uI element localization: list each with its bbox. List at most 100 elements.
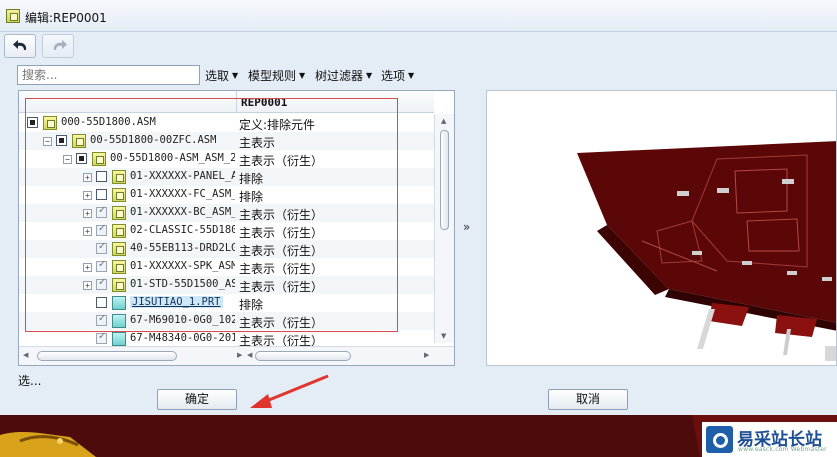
expand-icon[interactable]: + <box>83 263 92 272</box>
redo-button[interactable] <box>42 34 74 58</box>
representation-value[interactable]: 主表示（衍生） <box>239 206 323 223</box>
assembly-icon <box>72 134 86 148</box>
tree-row[interactable]: +01-XXXXXX-BC_ASM_1.ASM 主表示（衍生） <box>19 204 434 222</box>
assembly-icon <box>112 224 126 238</box>
representation-value[interactable]: 定义:排除元件 <box>239 116 315 133</box>
include-checkbox[interactable] <box>96 259 107 272</box>
tree-row[interactable]: +01-XXXXXX-PANEL_ASM_1.ASM 排除 <box>19 168 434 186</box>
representation-value[interactable]: 排除 <box>239 170 263 187</box>
tree-row[interactable]: 40-55EB113-DRD2LG_D1.ASM 主表示（衍生） <box>19 240 434 258</box>
tree-row[interactable]: +02-CLASSIC-55D1800_ASM 主表示（衍生） <box>19 222 434 240</box>
representation-value[interactable]: 主表示（衍生） <box>239 152 323 169</box>
tree-row[interactable]: JISUTIAO_1.PRT 排除 <box>19 294 434 312</box>
scroll-right-icon[interactable]: ▶ <box>237 351 242 359</box>
include-checkbox[interactable] <box>96 171 107 182</box>
undo-button[interactable] <box>4 34 36 58</box>
component-name[interactable]: 000-55D1800.ASM <box>61 116 156 128</box>
include-checkbox[interactable] <box>96 331 107 344</box>
tree-row[interactable]: +01-XXXXXX-FC_ASM_1.ASM 排除 <box>19 186 434 204</box>
include-checkbox[interactable] <box>96 205 107 218</box>
include-checkbox[interactable] <box>96 297 107 308</box>
representation-value[interactable]: 排除 <box>239 296 263 313</box>
horizontal-scrollbar[interactable]: ◀ ▶ ◀ ▶ <box>19 346 454 365</box>
model-rules-menu[interactable]: 模型规则 ▼ <box>248 67 305 84</box>
representation-value[interactable]: 主表示（衍生） <box>239 224 323 241</box>
part-icon <box>112 332 126 346</box>
undo-icon <box>13 40 27 50</box>
annotation-arrow <box>250 374 329 408</box>
scroll-left-icon[interactable]: ◀ <box>247 351 252 359</box>
collapse-icon[interactable]: − <box>43 137 52 146</box>
component-name[interactable]: 01-STD-55D1500_ASM_1.ASM <box>130 278 235 290</box>
ok-button[interactable]: 确定 <box>157 389 237 410</box>
scroll-left-icon[interactable]: ◀ <box>23 351 28 359</box>
expand-preview-icon[interactable]: » <box>463 220 470 234</box>
representation-value[interactable]: 主表示（衍生） <box>239 260 323 277</box>
tree-rows: 000-55D1800.ASM 定义:排除元件 − 00-55D1800-00ZFC.… <box>19 114 434 348</box>
model-preview[interactable] <box>486 90 837 366</box>
component-name[interactable]: 01-XXXXXX-PANEL_ASM_1.ASM <box>130 170 235 182</box>
assembly-icon <box>112 188 126 202</box>
include-checkbox[interactable] <box>76 153 87 164</box>
representation-value[interactable]: 排除 <box>239 188 263 205</box>
tree-header: REP0001 <box>19 91 434 113</box>
representation-value[interactable]: 主表示（衍生） <box>239 242 323 259</box>
expand-icon[interactable]: + <box>83 227 92 236</box>
model-rules-menu-label: 模型规则 <box>248 69 297 83</box>
expand-icon[interactable]: + <box>83 173 92 182</box>
expand-icon[interactable]: + <box>83 209 92 218</box>
include-checkbox[interactable] <box>96 223 107 236</box>
component-name[interactable]: 00-55D1800-ASM_ASM_2.ASM <box>110 152 235 164</box>
scroll-down-icon[interactable]: ▼ <box>441 332 446 340</box>
component-name[interactable]: 02-CLASSIC-55D1800_ASM <box>130 224 235 236</box>
window-title: 编辑:REP0001 <box>25 11 107 25</box>
representation-value[interactable]: 主表示（衍生） <box>239 314 323 331</box>
assembly-icon <box>112 260 126 274</box>
column-divider[interactable] <box>236 91 237 113</box>
tree-row[interactable]: − 00-55D1800-00ZFC.ASM 主表示 <box>19 132 434 150</box>
component-name[interactable]: 40-55EB113-DRD2LG_D1.ASM <box>130 242 235 254</box>
vertical-scroll-thumb[interactable] <box>440 130 449 230</box>
redo-icon <box>53 40 67 50</box>
representation-value[interactable]: 主表示（衍生） <box>239 278 323 295</box>
model-render <box>577 141 836 361</box>
representation-value[interactable]: 主表示 <box>239 134 275 151</box>
tree-row[interactable]: +01-STD-55D1500_ASM_1.ASM 主表示（衍生） <box>19 276 434 294</box>
tree-filter-menu[interactable]: 树过滤器 ▼ <box>315 67 372 84</box>
component-name[interactable]: 01-XXXXXX-SPK_ASM_1.ASM <box>130 260 235 272</box>
component-name[interactable]: 67-M48340-0G0-201610.PRT <box>130 332 235 344</box>
search-input[interactable] <box>17 65 200 85</box>
value-column-scroll-thumb[interactable] <box>255 351 351 361</box>
include-checkbox[interactable] <box>56 135 67 146</box>
expand-icon[interactable]: + <box>83 281 92 290</box>
collapse-icon[interactable]: − <box>63 155 72 164</box>
scroll-right-icon[interactable]: ▶ <box>424 351 429 359</box>
assembly-icon <box>112 242 126 256</box>
component-name[interactable]: 67-M69010-0G0_1029_1.PRT <box>130 314 235 326</box>
vertical-scrollbar[interactable]: ▲ ▼ <box>434 114 454 343</box>
tree-row[interactable]: 67-M69010-0G0_1029_1.PRT 主表示（衍生） <box>19 312 434 330</box>
title-bar: 编辑:REP0001 <box>0 0 837 32</box>
include-checkbox[interactable] <box>96 313 107 326</box>
include-checkbox[interactable] <box>96 189 107 200</box>
scroll-up-icon[interactable]: ▲ <box>441 117 446 125</box>
tree-row[interactable]: +01-XXXXXX-SPK_ASM_1.ASM 主表示（衍生） <box>19 258 434 276</box>
tree-row[interactable]: 000-55D1800.ASM 定义:排除元件 <box>19 114 434 132</box>
include-checkbox[interactable] <box>27 117 38 128</box>
component-name[interactable]: 01-XXXXXX-BC_ASM_1.ASM <box>130 206 235 218</box>
column-header-rep[interactable]: REP0001 <box>241 96 287 109</box>
component-name[interactable]: 00-55D1800-00ZFC.ASM <box>90 134 216 146</box>
include-checkbox[interactable] <box>96 241 107 254</box>
options-menu[interactable]: 选项 ▼ <box>381 67 414 84</box>
select-menu[interactable]: 选取 ▼ <box>205 67 238 84</box>
component-name[interactable]: 01-XXXXXX-FC_ASM_1.ASM <box>130 188 235 200</box>
component-name[interactable]: JISUTIAO_1.PRT <box>130 296 223 308</box>
watermark-subtext: www.easck.com Webmaster <box>738 446 827 453</box>
cancel-button[interactable]: 取消 <box>548 389 628 410</box>
tree-row[interactable]: − 00-55D1800-ASM_ASM_2.ASM 主表示（衍生） <box>19 150 434 168</box>
expand-icon[interactable]: + <box>83 191 92 200</box>
assembly-icon <box>112 170 126 184</box>
name-column-scroll-thumb[interactable] <box>37 351 177 361</box>
watermark: 易采站长站 www.easck.com Webmaster <box>702 422 837 457</box>
include-checkbox[interactable] <box>96 277 107 290</box>
